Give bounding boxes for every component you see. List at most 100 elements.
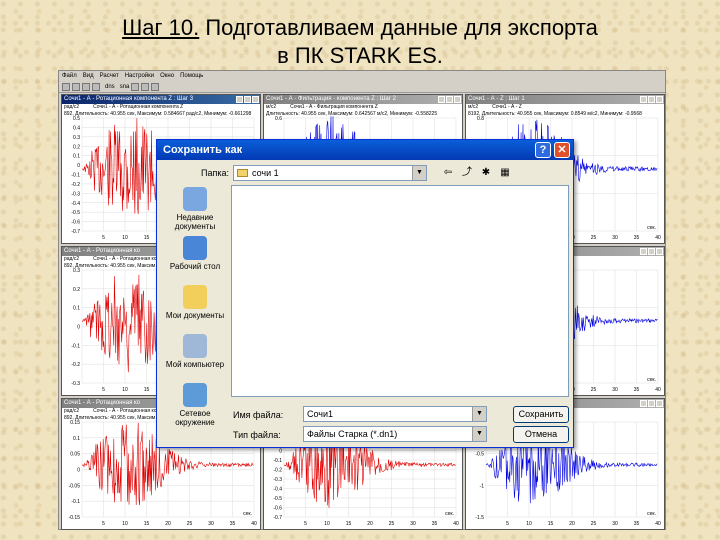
menu-view[interactable]: Вид [83, 73, 94, 79]
minimize-icon[interactable] [236, 96, 243, 103]
y-tick-label: 0 [77, 163, 80, 169]
filename-input[interactable]: Сочи1 ▼ [303, 406, 487, 422]
place-label: Недавние документы [174, 213, 216, 231]
x-tick-label: 30 [612, 235, 618, 241]
y-tick-label: -0.3 [71, 191, 80, 197]
menu-file[interactable]: Файл [62, 73, 77, 79]
minimize-icon[interactable] [438, 96, 445, 103]
maximize-icon[interactable] [648, 400, 655, 407]
place-desktop[interactable]: Рабочий стол [161, 234, 229, 283]
y-tick-label: 0.05 [70, 452, 80, 458]
toolbar-label-dns[interactable]: dns [105, 84, 115, 90]
chevron-down-icon[interactable]: ▼ [472, 407, 486, 421]
my-computer-icon [183, 334, 207, 358]
x-tick-label: 5 [506, 521, 509, 527]
y-tick-label: 0.3 [73, 268, 80, 274]
y-tick-label: 0.3 [73, 135, 80, 141]
x-tick-label: 10 [526, 521, 532, 527]
folder-select[interactable]: сочи 1 ▼ [233, 165, 427, 181]
x-tick-label: 15 [346, 521, 352, 527]
folder-value: сочи 1 [252, 168, 279, 178]
y-tick-label: -0.3 [71, 381, 80, 387]
close-icon[interactable] [656, 248, 663, 255]
window-controls [640, 400, 663, 407]
dialog-title: Сохранить как [163, 144, 243, 156]
y-tick-label: 0 [279, 449, 282, 455]
toolbar-label-sna[interactable]: sna [120, 84, 130, 90]
header-comp: Сочи1 - А - Z [492, 104, 522, 110]
places-bar: Недавние документы Рабочий стол Мои доку… [161, 185, 229, 441]
slide-title: Шаг 10. Подготавливаем данные для экспор… [0, 14, 720, 70]
place-recent[interactable]: Недавние документы [161, 185, 229, 234]
print-icon[interactable] [92, 82, 100, 91]
filename-label: Имя файла: [233, 410, 284, 420]
x-tick-label: 15 [144, 235, 150, 241]
maximize-icon[interactable] [244, 96, 251, 103]
minimize-icon[interactable] [640, 248, 647, 255]
x-tick-label: 35 [634, 235, 640, 241]
filetype-label: Тип файла: [233, 430, 281, 440]
close-icon[interactable] [454, 96, 461, 103]
maximize-icon[interactable] [648, 248, 655, 255]
help-button[interactable]: ? [535, 142, 551, 158]
y-tick-label: 0.15 [70, 420, 80, 426]
place-my-computer[interactable]: Мой компьютер [161, 332, 229, 381]
minimize-icon[interactable] [640, 400, 647, 407]
tool-icon[interactable] [131, 82, 140, 91]
minimize-icon[interactable] [640, 96, 647, 103]
x-tick-label: 40 [655, 521, 661, 527]
chevron-down-icon[interactable]: ▼ [412, 166, 426, 180]
save-icon[interactable] [62, 82, 70, 91]
maximize-icon[interactable] [648, 96, 655, 103]
y-tick-label: 0.1 [73, 436, 80, 442]
x-tick-label: 25 [591, 235, 597, 241]
tool-icon[interactable] [141, 82, 150, 91]
close-icon[interactable] [252, 96, 259, 103]
y-tick-label: -0.2 [71, 182, 80, 188]
chevron-down-icon[interactable]: ▼ [472, 427, 486, 441]
y-tick-label: -0.05 [69, 483, 81, 489]
up-folder-icon[interactable]: ⤴ [460, 166, 474, 180]
y-tick-label: -0.15 [69, 515, 81, 521]
new-folder-icon[interactable]: ✱ [479, 166, 493, 180]
y-tick-label: 0.5 [73, 116, 80, 122]
file-list[interactable] [231, 185, 569, 397]
filetype-select[interactable]: Файлы Старка (*.dn1) ▼ [303, 426, 487, 442]
save-button[interactable]: Сохранить [513, 406, 569, 423]
menu-help[interactable]: Помощь [180, 73, 203, 79]
x-tick-label: 10 [122, 235, 128, 241]
place-network[interactable]: Сетевое окружение [161, 381, 229, 430]
desktop-icon [183, 236, 207, 260]
place-my-documents[interactable]: Мои документы [161, 283, 229, 332]
y-tick-label: -0.5 [71, 210, 80, 216]
panel-header: рад/с2 Сочи1 - А - Ротационная компонента… [62, 104, 260, 111]
x-tick-label: 25 [591, 521, 597, 527]
y-tick-label: 0 [77, 468, 80, 474]
close-icon[interactable] [656, 400, 663, 407]
back-icon[interactable]: ⇦ [441, 166, 455, 180]
title-text: Подготавливаем данные для экспорта [199, 15, 598, 40]
x-tick-label: 5 [102, 235, 105, 241]
header-units: м/с2 [468, 104, 479, 110]
view-menu-icon[interactable]: ▦ [498, 166, 512, 180]
tool-icon[interactable] [151, 82, 160, 91]
panel-title: Сочи1 - А - Фильтрация - компонента Z : … [266, 96, 396, 102]
y-tick-label: -0.7 [273, 515, 282, 521]
cut-icon[interactable] [82, 82, 90, 91]
close-icon[interactable] [656, 96, 663, 103]
x-tick-label: 35 [634, 387, 640, 393]
panel-titlebar: Сочи1 - А - Z : Шаг 1 [466, 95, 664, 104]
close-button[interactable]: ✕ [554, 142, 570, 158]
x-tick-label: 40 [251, 521, 257, 527]
menu-settings[interactable]: Настройки [125, 73, 154, 79]
y-tick-label: -0.1 [71, 173, 80, 179]
x-unit-label: сек. [647, 511, 656, 517]
menu-window[interactable]: Окно [160, 73, 174, 79]
copy-icon[interactable] [72, 82, 80, 91]
filename-value: Сочи1 [307, 409, 334, 419]
header-comp: Сочи1 - А - Фильтрация компонента Z [290, 104, 378, 110]
maximize-icon[interactable] [446, 96, 453, 103]
cancel-button[interactable]: Отмена [513, 426, 569, 443]
menu-calc[interactable]: Расчет [100, 73, 119, 79]
x-unit-label: сек. [243, 511, 252, 517]
